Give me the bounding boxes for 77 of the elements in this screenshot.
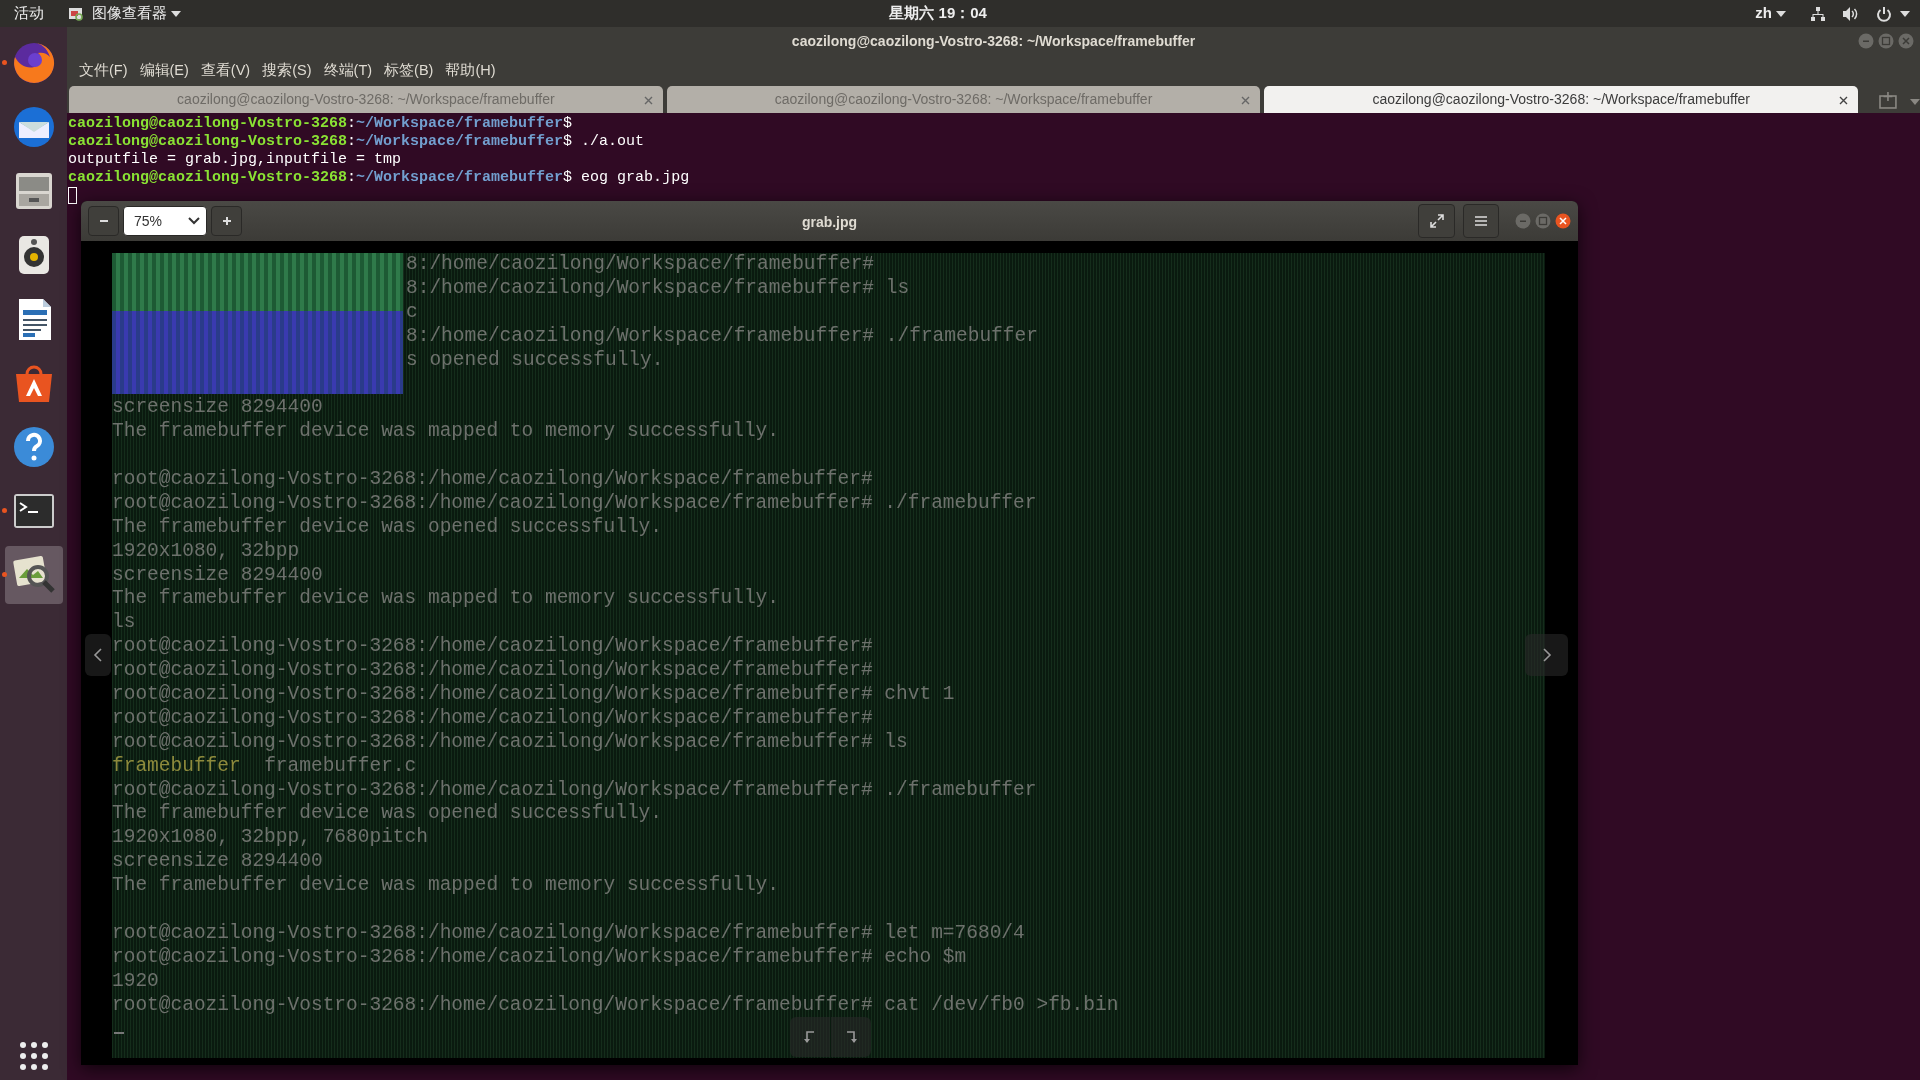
- menu-item[interactable]: 文件(F): [73, 59, 134, 82]
- console-line: The framebuffer device was mapped to memory successfully.: [112, 420, 779, 445]
- menu-icon: [1475, 216, 1487, 226]
- window-title: caozilong@caozilong-Vostro-3268: ~/Workspace/framebuffer: [791, 31, 1196, 51]
- power-icon[interactable]: [1876, 5, 1892, 22]
- fullscreen-button[interactable]: [1418, 204, 1455, 238]
- caret-icon: [1900, 10, 1910, 17]
- console-line: root@caozilong-Vostro-3268:/home/caozilong/Workspace/framebuffer# ./framebuffer: [112, 491, 1037, 516]
- console-line: 8:/home/caozilong/Workspace/framebuffer# ls: [406, 276, 910, 301]
- image-viewer-icon: [68, 5, 84, 22]
- rotate-right-icon: [844, 1030, 858, 1044]
- console-line: root@caozilong-Vostro-3268:/home/caozilong/Workspace/framebuffer#: [112, 635, 873, 660]
- new-tab-icon[interactable]: [1878, 91, 1899, 109]
- zoom-combo[interactable]: 75%: [123, 206, 207, 236]
- expand-icon: [1429, 214, 1444, 228]
- cursor: [114, 1031, 124, 1034]
- zoom-in-button[interactable]: [211, 206, 242, 236]
- rotate-right-button[interactable]: [831, 1017, 871, 1057]
- chevron-left-icon: [93, 647, 103, 663]
- menu-item[interactable]: 查看(V): [194, 59, 257, 82]
- previous-button[interactable]: [85, 634, 111, 676]
- terminal-line: outputfile = grab.jpg,inputfile = tmp: [68, 151, 402, 169]
- magnifier-icon[interactable]: [4, 546, 63, 604]
- console-line: root@caozilong-Vostro-3268:/home/caozilong/Workspace/framebuffer# chvt 1: [112, 683, 955, 707]
- console-line: The framebuffer device was opened successfully.: [112, 515, 662, 540]
- terminal-line: caozilong@caozilong-Vostro-3268:~/Workspace/framebuffer$: [68, 115, 573, 133]
- network-icon[interactable]: [1810, 5, 1826, 22]
- console-line: root@caozilong-Vostro-3268:/home/caozilong/Workspace/framebuffer# cat /dev/fb0 >fb.bin: [112, 993, 1119, 1018]
- console-line: root@caozilong-Vostro-3268:/home/caozilong/Workspace/framebuffer# ./framebuffer: [112, 778, 1037, 803]
- input-method-menu[interactable]: zh: [1755, 2, 1772, 25]
- chevron-right-icon: [1541, 647, 1552, 663]
- menu-item[interactable]: 标签(B): [378, 59, 440, 82]
- console-line: root@caozilong-Vostro-3268:/home/caozilong/Workspace/framebuffer#: [112, 659, 873, 684]
- console-line: framebuffer framebuffer.c: [112, 754, 417, 779]
- terminal-tab[interactable]: caozilong@caozilong-Vostro-3268: ~/Workspace/framebuffer: [1264, 86, 1859, 113]
- clock[interactable]: 星期六 19：04: [889, 2, 987, 25]
- app-menu[interactable]: 图像查看器: [92, 2, 167, 25]
- console-line: root@caozilong-Vostro-3268:/home/caozilong/Workspace/framebuffer# let m=7680/4: [112, 921, 1025, 946]
- console-line: The framebuffer device was opened successfully.: [112, 802, 662, 827]
- terminal-line: caozilong@caozilong-Vostro-3268:~/Workspace/framebuffer$ ./a.out: [68, 133, 645, 151]
- console-line: screensize 8294400: [112, 396, 323, 421]
- console-line: root@caozilong-Vostro-3268:/home/caozilong/Workspace/framebuffer#: [112, 706, 873, 731]
- console-line: c: [406, 300, 418, 325]
- console-line: ls: [112, 611, 136, 636]
- caret-icon: [171, 10, 181, 17]
- console-line: 1920x1080, 32bpp: [112, 539, 300, 564]
- app-grid-icon[interactable]: [17, 1040, 50, 1072]
- caret-icon: [188, 217, 200, 225]
- terminal-line: caozilong@caozilong-Vostro-3268:~/Workspace/framebuffer$ eog grab.jpg: [68, 169, 690, 187]
- rotate-left-button[interactable]: [790, 1017, 830, 1057]
- volume-icon[interactable]: [1842, 5, 1860, 22]
- console-line: s opened successfully.: [406, 348, 664, 373]
- console-line: screensize 8294400: [112, 563, 323, 588]
- console-line: root@caozilong-Vostro-3268:/home/caozilong/Workspace/framebuffer#: [112, 468, 873, 492]
- menu-item[interactable]: 终端(T): [317, 59, 379, 82]
- caret-icon[interactable]: [1910, 99, 1920, 105]
- activities-button[interactable]: 活动: [14, 2, 44, 25]
- menu-item[interactable]: 帮助(H): [439, 59, 502, 82]
- caret-icon: [1776, 10, 1786, 17]
- console-line: 8:/home/caozilong/Workspace/framebuffer# ./framebuffer: [406, 324, 1038, 349]
- console-line: screensize 8294400: [112, 850, 323, 875]
- close-button[interactable]: [1555, 213, 1571, 229]
- menu-item[interactable]: 搜索(S): [256, 59, 318, 82]
- close-icon[interactable]: [1839, 96, 1849, 105]
- rotate-left-icon: [803, 1030, 817, 1044]
- console-line: The framebuffer device was mapped to memory successfully.: [112, 587, 779, 612]
- console-line: root@caozilong-Vostro-3268:/home/caozilong/Workspace/framebuffer# ls: [112, 730, 908, 755]
- menu-button[interactable]: [1463, 204, 1499, 238]
- console-line: root@caozilong-Vostro-3268:/home/caozilong/Workspace/framebuffer# echo $m: [112, 945, 967, 970]
- menu-item[interactable]: 编辑(E): [133, 59, 195, 82]
- console-line: 1920x1080, 32bpp, 7680pitch: [112, 826, 428, 851]
- console-line: The framebuffer device was mapped to memory successfully.: [112, 874, 779, 899]
- console-line: 1920: [112, 969, 159, 994]
- console-line: 8:/home/caozilong/Workspace/framebuffer#: [406, 253, 875, 277]
- plus-icon: [221, 216, 232, 226]
- cursor: [68, 187, 77, 204]
- window-title: grab.jpg: [801, 214, 858, 230]
